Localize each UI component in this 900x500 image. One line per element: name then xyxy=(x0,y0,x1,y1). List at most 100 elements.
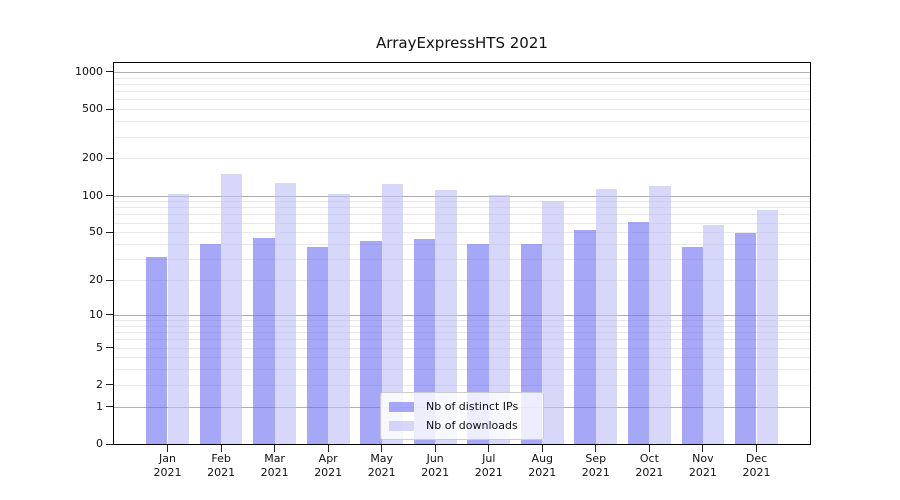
bar-distinct-ips-apr xyxy=(306,246,329,444)
bar-distinct-ips-jan xyxy=(146,257,168,444)
y-tick-mark-2 xyxy=(106,384,113,386)
x-tick-label-sep: Sep 2021 xyxy=(569,452,623,480)
gridline-minor-90 xyxy=(114,201,810,203)
y-tick-label-50: 50 xyxy=(89,225,103,239)
x-tick-mark-may xyxy=(381,445,383,452)
x-tick-year: 2021 xyxy=(421,466,450,479)
x-tick-mark-jan xyxy=(167,445,168,452)
y-tick-mark-1 xyxy=(106,406,113,408)
gridline-minor-900 xyxy=(114,77,810,79)
x-tick-year: 2021 xyxy=(367,466,396,479)
legend-label-downloads: Nb of downloads xyxy=(426,419,518,432)
y-tick-mark-5 xyxy=(106,347,113,348)
bar-downloads-nov xyxy=(702,225,725,444)
bar-downloads-aug xyxy=(542,201,564,444)
gridline-minor-700 xyxy=(114,91,810,93)
x-tick-mark-oct xyxy=(648,445,650,452)
gridline-minor-70 xyxy=(114,214,810,216)
x-tick-label-apr: Apr 2021 xyxy=(301,452,355,480)
x-tick-label-aug: Aug 2021 xyxy=(515,452,569,480)
y-tick-mark-500 xyxy=(106,108,113,110)
x-tick-mark-apr xyxy=(327,445,329,452)
y-tick-label-100: 100 xyxy=(82,188,103,202)
x-tick-mark-dec xyxy=(756,445,757,452)
x-tick-month: Nov xyxy=(692,452,714,465)
bar-downloads-sep xyxy=(595,188,618,444)
legend: Nb of distinct IPs Nb of downloads xyxy=(380,392,544,440)
x-tick-month: Apr xyxy=(318,452,338,465)
x-tick-year: 2021 xyxy=(742,466,771,479)
y-tick-mark-100 xyxy=(106,195,113,196)
x-tick-month: Sep xyxy=(585,452,607,465)
gridline-minor-60 xyxy=(114,222,810,224)
legend-label-distinct-ips: Nb of distinct IPs xyxy=(426,400,519,413)
legend-swatch-distinct-ips xyxy=(389,401,414,412)
x-tick-mark-sep xyxy=(595,445,597,452)
gridline-major-1000 xyxy=(114,71,810,73)
y-tick-label-500: 500 xyxy=(82,102,103,116)
x-tick-year: 2021 xyxy=(207,466,236,479)
bar-distinct-ips-dec xyxy=(735,233,757,444)
bar-downloads-oct xyxy=(649,186,671,444)
x-tick-year: 2021 xyxy=(581,466,610,479)
bar-downloads-mar xyxy=(274,183,296,444)
x-tick-label-nov: Nov 2021 xyxy=(676,452,730,480)
bar-distinct-ips-feb xyxy=(199,244,222,444)
gridline-minor-500 xyxy=(114,109,810,111)
bar-downloads-apr xyxy=(328,193,350,444)
gridline-minor-200 xyxy=(114,158,810,160)
x-tick-year: 2021 xyxy=(314,466,343,479)
x-tick-year: 2021 xyxy=(528,466,557,479)
x-tick-label-dec: Dec 2021 xyxy=(730,452,784,480)
x-tick-month: Jan xyxy=(159,452,176,465)
bar-downloads-jan xyxy=(167,194,189,444)
chart-title: ArrayExpressHTS 2021 xyxy=(376,34,548,52)
x-tick-mark-feb xyxy=(220,445,222,452)
gridline-minor-400 xyxy=(114,121,810,123)
y-tick-mark-20 xyxy=(106,279,113,281)
chart-figure: ArrayExpressHTS 2021 Nb of distinct IPs … xyxy=(0,0,900,500)
x-tick-month: Mar xyxy=(264,452,285,465)
y-tick-mark-50 xyxy=(106,231,113,233)
legend-row-downloads: Nb of downloads xyxy=(389,416,535,435)
y-tick-label-5: 5 xyxy=(96,340,103,354)
y-tick-mark-0 xyxy=(106,443,113,445)
x-tick-label-oct: Oct 2021 xyxy=(622,452,676,480)
x-tick-label-may: May 2021 xyxy=(355,452,409,480)
bar-distinct-ips-oct xyxy=(628,221,650,444)
plot-area: Nb of distinct IPs Nb of downloads xyxy=(113,62,811,445)
x-tick-year: 2021 xyxy=(153,466,182,479)
x-tick-mark-aug xyxy=(541,445,543,452)
y-tick-label-20: 20 xyxy=(89,273,103,286)
y-tick-mark-10 xyxy=(106,314,113,316)
x-tick-label-jun: Jun 2021 xyxy=(408,452,462,480)
x-tick-month: Aug xyxy=(531,452,554,465)
gridline-minor-800 xyxy=(114,83,810,85)
y-tick-label-2: 2 xyxy=(96,377,103,391)
gridline-major-100 xyxy=(114,195,810,197)
x-tick-label-jan: Jan 2021 xyxy=(141,452,195,480)
x-tick-label-jul: Jul 2021 xyxy=(462,452,516,480)
y-tick-mark-200 xyxy=(106,157,113,159)
x-tick-label-feb: Feb 2021 xyxy=(194,452,248,480)
x-tick-year: 2021 xyxy=(260,466,289,479)
x-tick-month: May xyxy=(370,452,394,465)
x-tick-month: Oct xyxy=(639,452,659,465)
x-tick-mark-jun xyxy=(434,445,436,452)
y-tick-label-200: 200 xyxy=(82,151,103,165)
bar-downloads-feb xyxy=(221,173,243,444)
x-tick-month: Feb xyxy=(211,452,231,465)
x-tick-month: Jun xyxy=(426,452,444,465)
bar-distinct-ips-nov xyxy=(681,246,703,444)
bar-distinct-ips-may xyxy=(360,241,382,444)
x-tick-month: Dec xyxy=(745,452,768,465)
x-tick-month: Jul xyxy=(482,452,496,465)
legend-row-distinct-ips: Nb of distinct IPs xyxy=(389,397,535,416)
gridline-minor-600 xyxy=(114,99,810,101)
y-tick-label-1: 1 xyxy=(96,399,103,413)
y-tick-label-0: 0 xyxy=(96,437,103,450)
x-tick-year: 2021 xyxy=(688,466,717,479)
x-tick-year: 2021 xyxy=(635,466,664,479)
bar-downloads-dec xyxy=(756,210,778,444)
x-tick-mark-mar xyxy=(274,445,276,452)
